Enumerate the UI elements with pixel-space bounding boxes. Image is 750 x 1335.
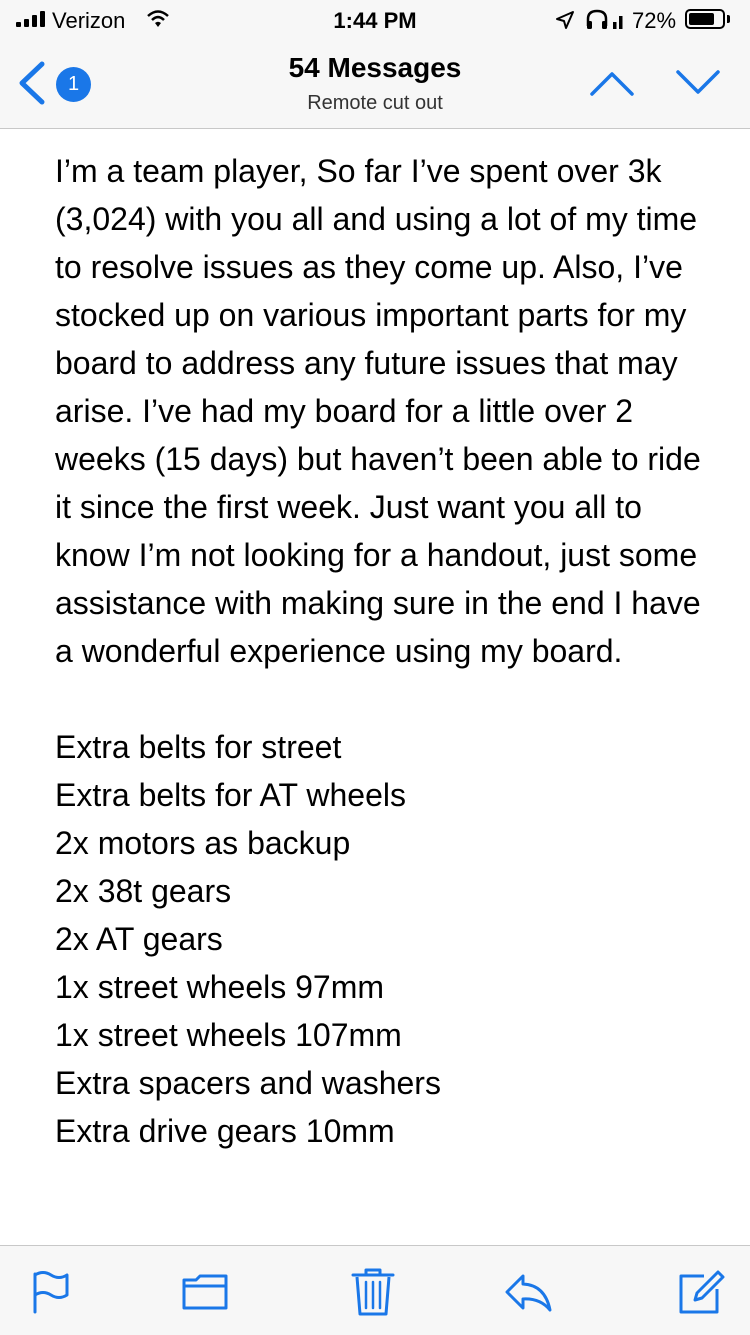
- move-to-folder-button[interactable]: [180, 1266, 230, 1316]
- headphones-icon: [585, 8, 625, 38]
- list-item: 2x 38t gears: [55, 873, 232, 909]
- list-item: 2x AT gears: [55, 921, 223, 957]
- bottom-toolbar: [0, 1245, 750, 1335]
- trash-icon: [351, 1268, 395, 1316]
- folder-icon: [182, 1274, 228, 1310]
- next-message-button[interactable]: [674, 68, 722, 103]
- flag-button[interactable]: [28, 1266, 78, 1316]
- reply-button[interactable]: [503, 1266, 553, 1316]
- list-item: Extra drive gears 10mm: [55, 1113, 395, 1149]
- message-paragraph: I’m a team player, So far I’ve spent ove…: [55, 153, 701, 669]
- flag-icon: [33, 1271, 69, 1314]
- list-item: 1x street wheels 97mm: [55, 969, 385, 1005]
- trash-button[interactable]: [348, 1266, 398, 1316]
- battery-icon: [685, 9, 725, 29]
- thread-title: 54 Messages: [288, 52, 462, 83]
- reply-icon: [505, 1274, 552, 1312]
- next-message-icon: [676, 70, 720, 94]
- list-item: Extra belts for AT wheels: [55, 777, 406, 813]
- previous-message-icon: [590, 72, 634, 96]
- list-item: 1x street wheels 107mm: [55, 1017, 402, 1053]
- list-item: 2x motors as backup: [55, 825, 351, 861]
- nav-bar: 1 54 Messages Remote cut out: [0, 40, 750, 129]
- message-body: I’m a team player, So far I’ve spent ove…: [55, 147, 705, 1155]
- battery-cap: [727, 15, 730, 23]
- parts-list: Extra belts for street Extra belts for A…: [55, 723, 705, 1155]
- battery-percent: 72%: [632, 8, 677, 33]
- compose-icon: [679, 1270, 725, 1314]
- compose-button[interactable]: [676, 1266, 726, 1316]
- list-item: Extra belts for street: [55, 729, 342, 765]
- thread-subject: Remote cut out: [307, 92, 443, 114]
- list-item: Extra spacers and washers: [55, 1065, 441, 1101]
- message-content[interactable]: I’m a team player, So far I’ve spent ove…: [0, 129, 750, 1245]
- previous-message-button[interactable]: [588, 68, 636, 103]
- status-bar: Verizon 1:44 PM 72%: [0, 0, 750, 40]
- location-icon: [555, 10, 575, 36]
